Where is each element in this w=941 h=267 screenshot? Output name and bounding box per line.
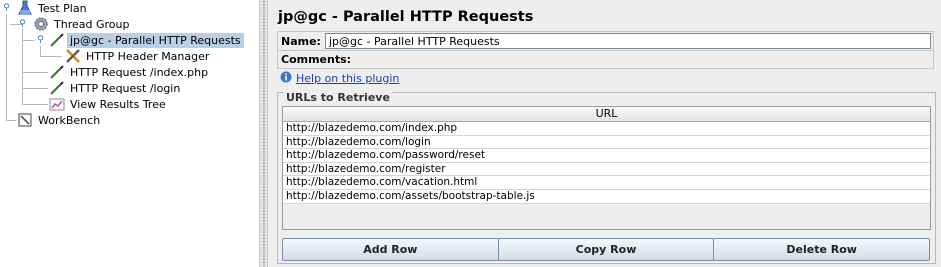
gear-icon <box>33 16 49 32</box>
table-row[interactable]: http://blazedemo.com/vacation.html <box>283 176 930 190</box>
urls-group: URLs to Retrieve URL http://blazedemo.co… <box>277 91 936 264</box>
tree-connector <box>40 56 62 57</box>
element-config-panel: jp@gc - Parallel HTTP Requests Name: Com… <box>274 0 941 267</box>
tree-connector <box>6 120 16 121</box>
tree-item-parallel-requests[interactable]: jp@gc - Parallel HTTP Requests <box>49 32 244 48</box>
tree-item-label: HTTP Request /index.php <box>70 65 209 79</box>
help-link[interactable]: Help on this plugin <box>296 72 399 85</box>
pipette-icon <box>49 32 65 48</box>
table-button-bar: Add Row Copy Row Delete Row <box>282 238 931 261</box>
tree-item-header-manager[interactable]: HTTP Header Manager <box>65 48 212 64</box>
urls-table[interactable]: URL http://blazedemo.com/index.php http:… <box>282 106 931 230</box>
table-row[interactable]: http://blazedemo.com/register <box>283 162 930 177</box>
pipette-icon <box>49 80 65 96</box>
splitter-grip[interactable] <box>263 0 265 267</box>
name-field[interactable] <box>324 33 931 49</box>
tree-connector <box>22 104 48 105</box>
tree-connector <box>22 40 34 41</box>
copy-row-button[interactable]: Copy Row <box>497 238 715 261</box>
tree-item-workbench[interactable]: WorkBench <box>17 112 103 128</box>
tree-connector <box>22 72 48 73</box>
comments-label: Comments: <box>281 53 352 66</box>
tree-item-label: WorkBench <box>38 113 101 127</box>
collapse-handle-icon[interactable]: ⚲ <box>2 4 11 13</box>
tree-connector <box>40 46 41 56</box>
info-icon <box>280 71 292 86</box>
table-row[interactable]: http://blazedemo.com/index.php <box>283 122 930 136</box>
comments-row[interactable]: Comments: <box>277 51 934 69</box>
test-plan-tree[interactable]: ⚲ ⚲ ⚲ Test Plan Thread Group jp@gc - Par… <box>0 0 259 267</box>
flask-icon <box>17 0 33 16</box>
tree-item-results-tree[interactable]: View Results Tree <box>49 96 169 112</box>
page-title: jp@gc - Parallel HTTP Requests <box>278 9 534 25</box>
column-header-url[interactable]: URL <box>283 107 930 122</box>
table-row[interactable]: http://blazedemo.com/login <box>283 135 930 150</box>
collapse-handle-icon[interactable]: ⚲ <box>36 36 45 45</box>
workbench-icon <box>17 112 33 128</box>
tree-item-thread-group[interactable]: Thread Group <box>33 16 132 32</box>
tree-connector <box>6 14 7 120</box>
urls-group-title: URLs to Retrieve <box>284 91 392 104</box>
tree-item-label: Test Plan <box>38 1 87 15</box>
collapse-handle-icon[interactable]: ⚲ <box>18 20 27 29</box>
help-row: Help on this plugin <box>280 70 399 86</box>
tree-item-label: Thread Group <box>54 17 130 31</box>
tools-icon <box>65 48 81 64</box>
tree-connector <box>22 88 48 89</box>
table-row[interactable]: http://blazedemo.com/password/reset <box>283 149 930 163</box>
name-label: Name: <box>281 34 321 48</box>
tree-item-label: HTTP Header Manager <box>86 49 210 63</box>
tree-item-test-plan[interactable]: Test Plan <box>17 0 90 16</box>
tree-item-label: View Results Tree <box>70 97 166 111</box>
pane-splitter[interactable] <box>259 0 268 267</box>
table-row[interactable]: http://blazedemo.com/assets/bootstrap-ta… <box>283 189 930 204</box>
add-row-button[interactable]: Add Row <box>282 238 499 261</box>
name-row: Name: <box>277 31 934 51</box>
pipette-icon <box>49 64 65 80</box>
tree-item-request-index[interactable]: HTTP Request /index.php <box>49 64 211 80</box>
tree-item-request-login[interactable]: HTTP Request /login <box>49 80 183 96</box>
chart-icon <box>49 96 65 112</box>
tree-item-label: HTTP Request /login <box>70 81 181 95</box>
delete-row-button[interactable]: Delete Row <box>713 238 931 261</box>
tree-item-label: jp@gc - Parallel HTTP Requests <box>67 32 244 48</box>
